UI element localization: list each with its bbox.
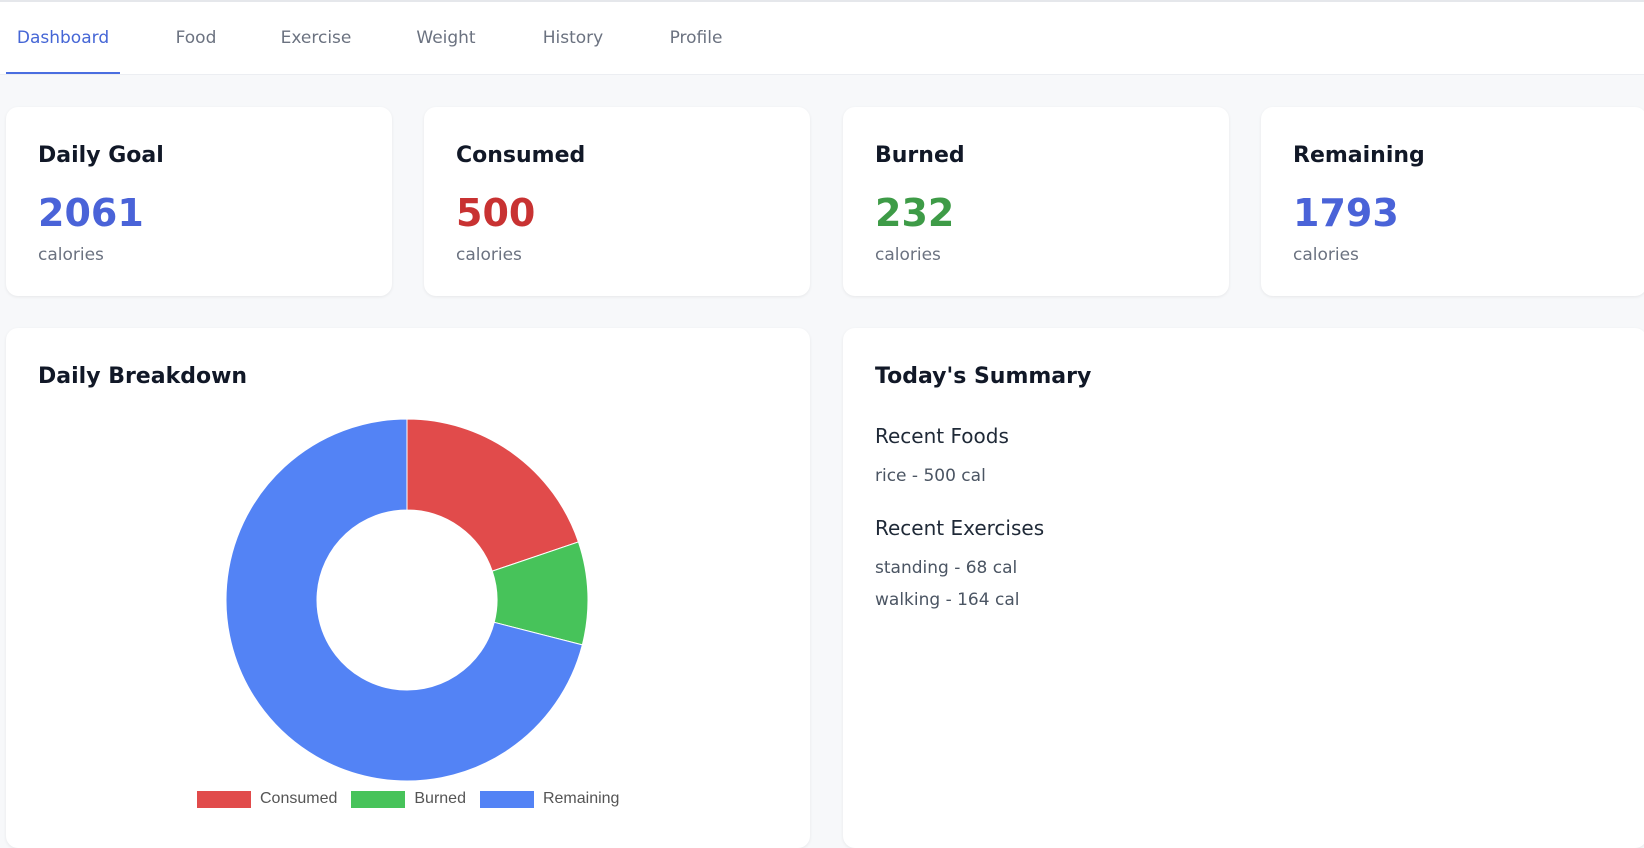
stat-card-burned: Burned 232 calories (843, 107, 1229, 296)
daily-breakdown-card: Daily Breakdown (6, 328, 810, 848)
legend-label: Burned (414, 790, 466, 807)
legend-item-remaining[interactable]: Remaining (479, 790, 620, 808)
recent-exercises-heading: Recent Exercises (875, 516, 1045, 540)
stat-title: Remaining (1293, 143, 1425, 168)
stat-value: 2061 (38, 191, 144, 235)
nav-bar: Dashboard Food Exercise Weight History P… (0, 2, 1644, 75)
chart-legend: Consumed Burned Remaining (197, 790, 633, 808)
exercise-item: standing - 68 cal (875, 558, 1018, 578)
legend-swatch-consumed (197, 790, 251, 808)
stat-unit: calories (875, 245, 941, 265)
stat-title: Daily Goal (38, 143, 164, 168)
tab-exercise[interactable]: Exercise (272, 2, 360, 74)
stat-title: Burned (875, 143, 965, 168)
stat-card-remaining: Remaining 1793 calories (1261, 107, 1644, 296)
todays-summary-card: Today's Summary Recent Foods rice - 500 … (843, 328, 1644, 848)
tab-profile[interactable]: Profile (654, 2, 738, 74)
stat-unit: calories (1293, 245, 1359, 265)
exercise-item: walking - 164 cal (875, 590, 1020, 610)
legend-label: Remaining (542, 790, 620, 807)
stat-card-consumed: Consumed 500 calories (424, 107, 810, 296)
legend-label: Consumed (260, 790, 338, 807)
stat-value: 1793 (1293, 191, 1399, 235)
legend-swatch-burned (351, 790, 406, 808)
stat-title: Consumed (456, 143, 586, 168)
food-item: rice - 500 cal (875, 466, 986, 486)
legend-item-consumed[interactable]: Consumed (197, 790, 337, 808)
tab-food[interactable]: Food (160, 2, 232, 74)
legend-item-burned[interactable]: Burned (351, 790, 466, 808)
tab-weight[interactable]: Weight (400, 2, 492, 74)
legend-swatch-remaining (479, 790, 534, 808)
tab-dashboard[interactable]: Dashboard (6, 2, 120, 74)
recent-foods-heading: Recent Foods (875, 424, 1009, 448)
todays-summary-title: Today's Summary (875, 364, 1092, 389)
tab-history[interactable]: History (532, 2, 614, 74)
stat-unit: calories (38, 245, 104, 265)
stat-unit: calories (456, 245, 522, 265)
daily-breakdown-title: Daily Breakdown (38, 364, 248, 389)
stat-value: 232 (875, 191, 955, 235)
stat-card-daily-goal: Daily Goal 2061 calories (6, 107, 392, 296)
stat-value: 500 (456, 191, 536, 235)
